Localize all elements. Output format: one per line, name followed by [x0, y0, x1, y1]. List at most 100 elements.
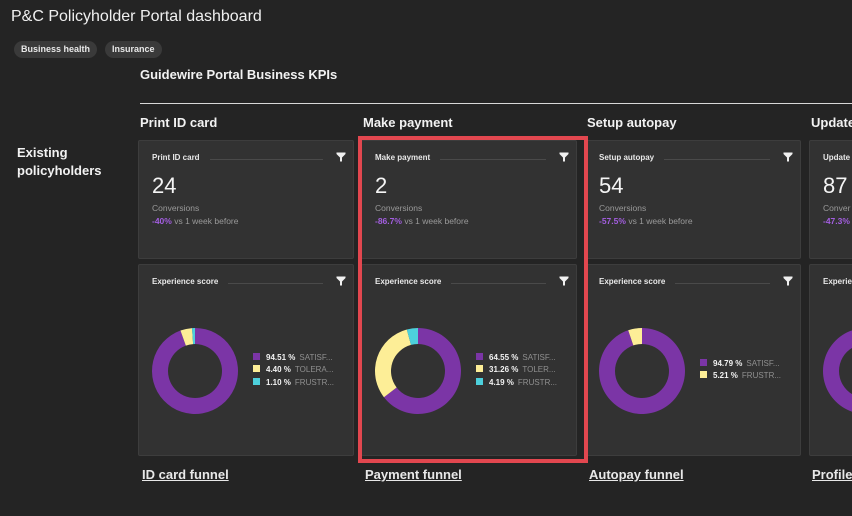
legend-name: TOLERA...: [294, 365, 334, 375]
conversion-value: 54: [599, 173, 624, 198]
legend-item[interactable]: 4.40 % TOLERA...: [253, 364, 334, 377]
legend-swatch: [253, 377, 260, 385]
tile-title-rule: [440, 158, 546, 160]
legend-name: SATISF...: [522, 352, 556, 362]
change-percent: -47.3%: [823, 216, 850, 226]
legend-value: 4.19 %: [489, 377, 514, 387]
experience-donut-chart: [599, 328, 685, 414]
tile-title-rule: [228, 282, 323, 284]
tile-title-rule: [209, 158, 323, 160]
legend-name: SATISF...: [746, 358, 780, 368]
experience-score-tile[interactable]: Experience score 94.51 % SATISF... 4.40 % T…: [138, 264, 354, 456]
change-percent: -57.5%: [599, 216, 626, 226]
change-suffix: vs 1 week before: [404, 216, 469, 226]
donut-legend: 94.51 % SATISF... 4.40 % TOLERA... 1.10 % FRU…: [253, 351, 334, 389]
legend-item[interactable]: 4.19 % FRUSTR...: [476, 376, 557, 389]
kpi-column: Setup autopay Setup autopay 54 Conversio…: [585, 115, 801, 482]
legend-swatch: [253, 352, 260, 360]
conversion-change: -86.7% vs 1 week before: [375, 216, 469, 226]
column-title: Print ID card: [140, 115, 218, 130]
conversion-label: Conversions: [375, 203, 423, 213]
experience-donut-chart: [823, 328, 852, 414]
conversion-tile[interactable]: Make payment 2 Conversions -86.7% vs 1 w…: [361, 140, 577, 259]
donut-legend: 94.79 % SATISF... 5.21 % FRUSTR...: [700, 357, 781, 382]
tile-title: Experience score: [152, 277, 219, 286]
conversion-tile[interactable]: Setup autopay 54 Conversions -57.5% vs 1…: [585, 140, 801, 259]
change-suffix: vs 1 week before: [174, 216, 239, 226]
legend-name: TOLER...: [522, 365, 556, 375]
donut-legend: 64.55 % SATISF... 31.26 % TOLER... 4.19 % FRU…: [476, 351, 557, 389]
filter-icon[interactable]: [783, 149, 793, 162]
donut-segment-satisfied[interactable]: [823, 328, 852, 414]
legend-item[interactable]: 5.21 % FRUSTR...: [700, 370, 781, 383]
donut-segment-tolerating[interactable]: [375, 329, 411, 398]
legend-item[interactable]: 64.55 % SATISF...: [476, 351, 557, 364]
legend-value: 1.10 %: [266, 377, 291, 387]
legend-item[interactable]: 94.79 % SATISF...: [700, 357, 781, 370]
legend-item[interactable]: 94.51 % SATISF...: [253, 351, 334, 364]
legend-value: 5.21 %: [713, 371, 738, 381]
tag-insurance[interactable]: Insurance: [105, 41, 162, 58]
tile-title: Experience score: [375, 277, 442, 286]
change-suffix: vs 1 week before: [628, 216, 693, 226]
filter-icon[interactable]: [336, 273, 346, 286]
kpi-column: Make payment Make payment 2 Conversions …: [361, 115, 577, 482]
legend-name: SATISF...: [299, 352, 333, 362]
tile-title: Make payment: [375, 153, 431, 162]
tile-title: Setup autopay: [599, 153, 655, 162]
conversion-value: 2: [375, 173, 388, 198]
tag-business-health[interactable]: Business health: [14, 41, 98, 58]
conversion-label: Conver: [823, 203, 851, 213]
filter-icon[interactable]: [336, 149, 346, 162]
tile-title-rule: [675, 282, 770, 284]
legend-swatch: [476, 365, 483, 373]
section-divider: [140, 103, 852, 104]
legend-item[interactable]: 1.10 % FRUSTR...: [253, 376, 334, 389]
funnel-link[interactable]: ID card funnel: [142, 467, 229, 482]
conversion-change: -40% vs 1 week before: [152, 216, 238, 226]
experience-score-tile[interactable]: Experience score 64.55 % SATISF... 31.26 %…: [361, 264, 577, 456]
legend-swatch: [476, 377, 483, 385]
legend-swatch: [476, 352, 483, 360]
tile-title: Update: [823, 153, 851, 162]
conversion-value: 24: [152, 173, 177, 198]
row-label: Existing policyholders: [17, 145, 102, 178]
tile-title-rule: [451, 282, 546, 284]
column-title: Setup autopay: [587, 115, 677, 130]
legend-value: 94.51 %: [266, 352, 296, 362]
column-title: Make payment: [363, 115, 453, 130]
experience-score-tile[interactable]: Experience score 94.79 % SATISF... 5.21 % F…: [585, 264, 801, 456]
legend-name: FRUSTR...: [517, 377, 558, 387]
conversion-tile[interactable]: Update 87 Conver -47.3%: [809, 140, 852, 259]
experience-score-tile[interactable]: Experie: [809, 264, 852, 456]
kpi-column: Print ID card Print ID card 24 Conversio…: [138, 115, 354, 482]
filter-icon[interactable]: [559, 149, 569, 162]
legend-swatch: [700, 371, 707, 379]
filter-icon[interactable]: [559, 273, 569, 286]
legend-item[interactable]: 31.26 % TOLER...: [476, 364, 557, 377]
experience-donut-chart: [375, 328, 461, 414]
column-title: Update: [811, 115, 852, 130]
legend-swatch: [700, 358, 707, 366]
conversion-label: Conversions: [599, 203, 647, 213]
change-percent: -86.7%: [375, 216, 402, 226]
legend-swatch: [253, 365, 260, 373]
funnel-link[interactable]: Autopay funnel: [589, 467, 684, 482]
section-title: Guidewire Portal Business KPIs: [140, 67, 338, 82]
legend-value: 64.55 %: [489, 352, 519, 362]
legend-name: FRUSTR...: [294, 377, 335, 387]
legend-value: 94.79 %: [713, 358, 743, 368]
filter-icon[interactable]: [783, 273, 793, 286]
funnel-link[interactable]: Payment funnel: [365, 467, 462, 482]
page-title: P&C Policyholder Portal dashboard: [11, 8, 262, 25]
conversion-label: Conversions: [152, 203, 200, 213]
tile-title-rule: [664, 158, 770, 160]
tag-list: Business health Insurance: [14, 41, 162, 58]
legend-value: 4.40 %: [266, 365, 291, 375]
conversion-tile[interactable]: Print ID card 24 Conversions -40% vs 1 w…: [138, 140, 354, 259]
funnel-link[interactable]: Profile: [812, 467, 852, 482]
tile-title: Experie: [823, 277, 852, 286]
conversion-change: -47.3%: [823, 216, 850, 226]
conversion-change: -57.5% vs 1 week before: [599, 216, 693, 226]
legend-name: FRUSTR...: [741, 371, 782, 381]
